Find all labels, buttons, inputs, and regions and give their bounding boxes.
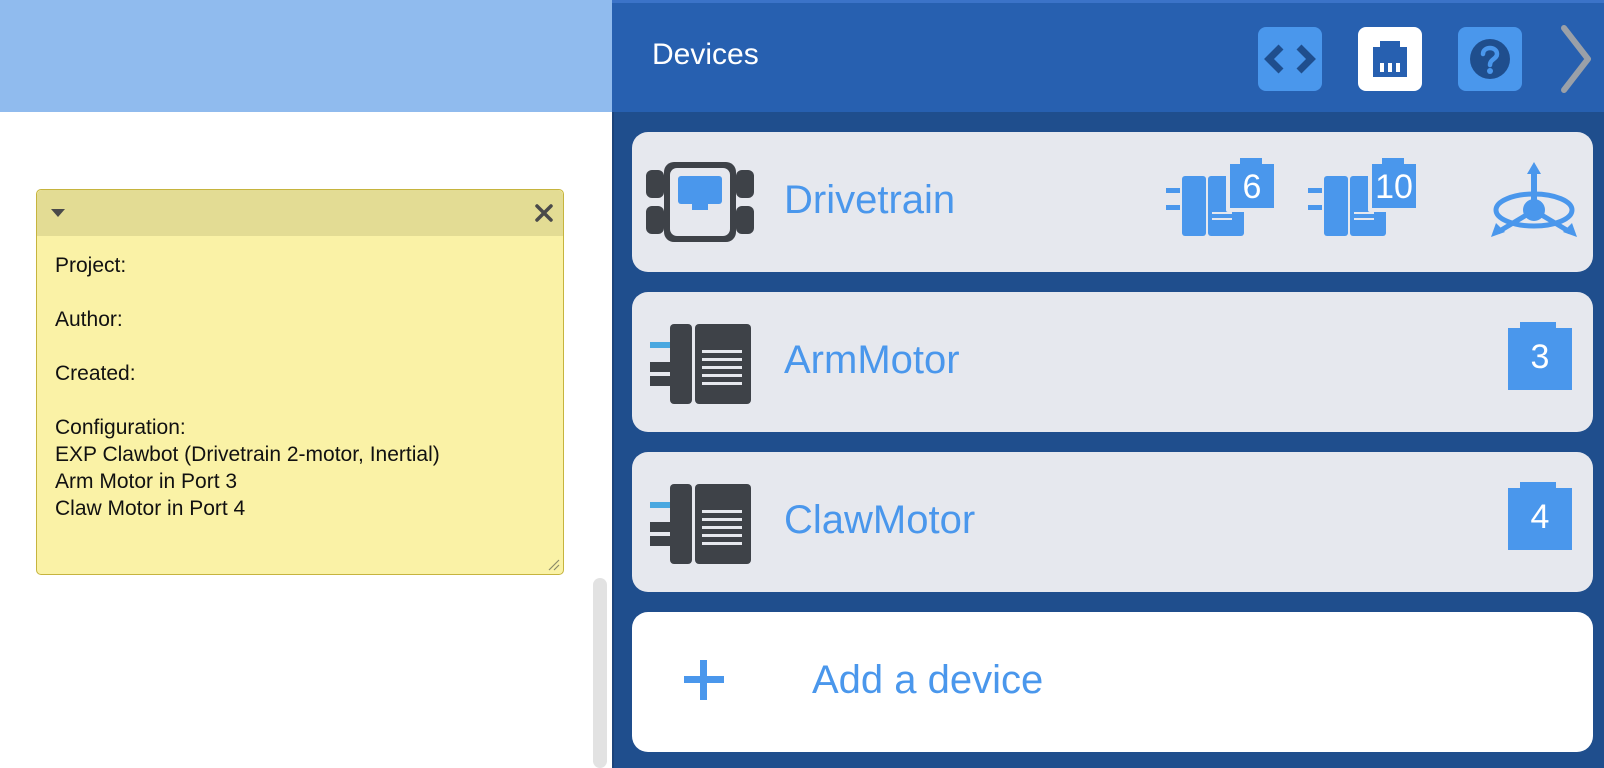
inertial-sensor-icon: [1491, 162, 1577, 237]
port-number: 6: [1243, 168, 1262, 206]
device-card-clawmotor[interactable]: ClawMotor 4: [632, 452, 1593, 592]
devices-port-icon: [1373, 41, 1407, 77]
help-icon: [1470, 39, 1510, 79]
add-device-label: Add a device: [812, 658, 1044, 702]
note-header[interactable]: [37, 190, 563, 236]
panel-title: Devices: [652, 38, 759, 71]
port-badge-3: 3: [1508, 322, 1572, 390]
port-number: 10: [1375, 168, 1413, 206]
workspace-scrollbar[interactable]: [593, 578, 607, 768]
devices-header: [612, 3, 1604, 112]
resize-handle-icon[interactable]: [546, 557, 560, 571]
add-device-button[interactable]: Add a device: [632, 612, 1593, 752]
devices-view-button[interactable]: [1358, 27, 1422, 91]
comment-note[interactable]: Project: Author: Created: Configuration:…: [36, 189, 564, 575]
device-card-armmotor[interactable]: ArmMotor 3: [632, 292, 1593, 432]
code-view-button[interactable]: [1258, 27, 1322, 91]
port-badge-6: 6: [1166, 158, 1278, 236]
workspace-header: [0, 0, 612, 112]
device-name: ArmMotor: [784, 338, 960, 382]
port-badge-4: 4: [1508, 482, 1572, 550]
help-button[interactable]: [1458, 27, 1522, 91]
triangle-down-icon[interactable]: [49, 206, 67, 220]
port-number: 4: [1531, 498, 1550, 536]
chevron-right-icon[interactable]: [1556, 22, 1596, 96]
device-name: Drivetrain: [784, 178, 956, 222]
device-card-drivetrain[interactable]: Drivetrain 6 10: [632, 132, 1593, 272]
drivetrain-icon: [646, 162, 754, 242]
note-text[interactable]: Project: Author: Created: Configuration:…: [55, 252, 549, 522]
motor-icon: [650, 484, 751, 564]
code-icon: [1264, 44, 1316, 74]
close-icon[interactable]: [533, 202, 555, 224]
port-number: 3: [1531, 338, 1550, 376]
port-badge-10: 10: [1308, 158, 1420, 236]
plus-icon: [684, 660, 724, 700]
motor-icon: [650, 324, 751, 404]
device-name: ClawMotor: [784, 498, 976, 542]
